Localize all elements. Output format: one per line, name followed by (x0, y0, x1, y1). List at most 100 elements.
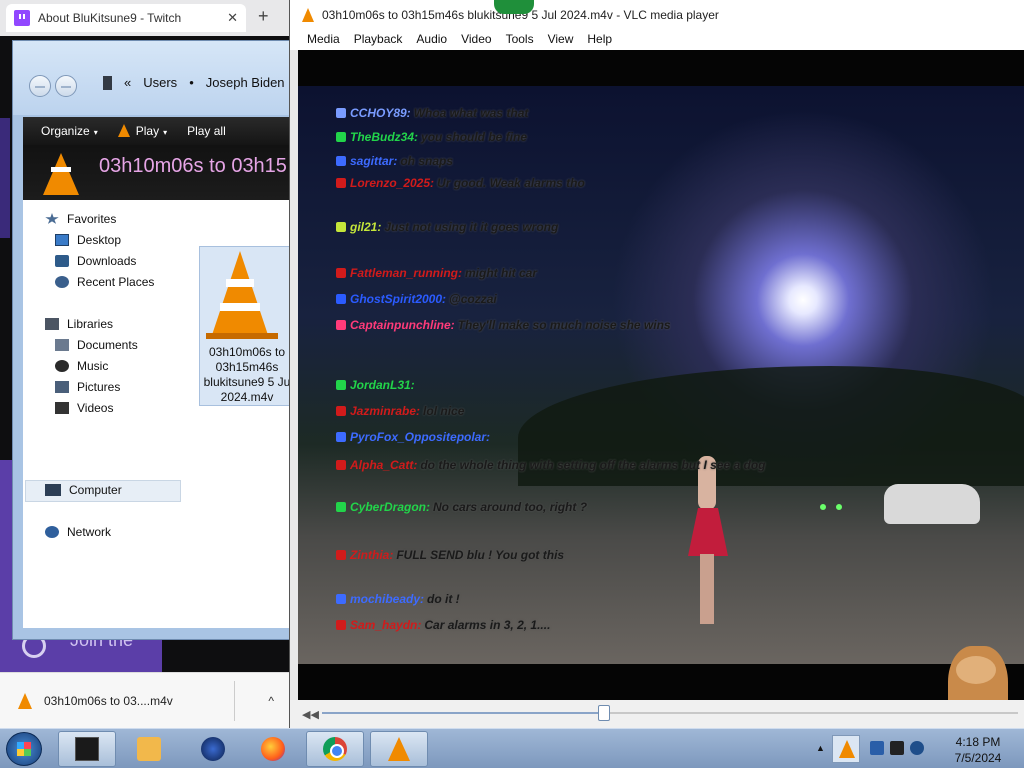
browser-tab-title: About BluKitsune9 - Twitch (38, 11, 182, 25)
recent-places-icon (55, 276, 69, 288)
chat-username: Lorenzo_2025: (350, 176, 435, 190)
start-button[interactable] (6, 732, 42, 766)
explorer-body: Favorites Desktop Downloads Recent Place… (23, 200, 295, 628)
tray-vlc-icon[interactable] (832, 735, 860, 763)
tray-volume-icon[interactable] (910, 741, 924, 755)
clock[interactable]: 4:18 PM 7/5/2024 (936, 734, 1020, 766)
system-tray: ▲ 4:18 PM 7/5/2024 (810, 729, 1024, 768)
badge-icon (336, 406, 346, 416)
badge-icon (336, 178, 346, 188)
chat-message: sagittar: oh snaps (336, 154, 453, 168)
explorer-toolbar: Organize ▾ Play ▾ Play all (23, 117, 293, 145)
vlc-file-icon (212, 251, 268, 335)
play-button[interactable]: Play ▾ (117, 124, 168, 138)
taskbar-explorer[interactable] (58, 731, 116, 767)
taskbar-firefox[interactable] (244, 731, 302, 767)
breadcrumb-users[interactable]: Users (143, 75, 177, 90)
tray-app-icon[interactable] (870, 741, 884, 755)
chat-username: CyberDragon: (350, 500, 431, 514)
seek-bar-area: ◀◀ (290, 700, 1024, 728)
vlc-icon (43, 153, 79, 195)
seek-track[interactable] (322, 705, 1018, 721)
chat-message: PyroFox_Oppositepolar: (336, 430, 493, 444)
chat-username: Sam_haydn: (350, 618, 422, 632)
nav-desktop[interactable]: Desktop (55, 233, 121, 247)
chat-text: might hit car (465, 266, 538, 280)
menu-help[interactable]: Help (580, 30, 619, 50)
taskbar-chrome[interactable] (306, 731, 364, 767)
previous-icon[interactable]: ◀◀ (302, 708, 319, 721)
vlc-menu-bar: Media Playback Audio Video Tools View He… (290, 30, 1024, 50)
nav-documents[interactable]: Documents (55, 338, 138, 352)
nav-music[interactable]: Music (55, 359, 108, 373)
file-name: 03h10m06s to 03h15m46s blukitsune9 5 Ju … (203, 345, 291, 404)
chat-username: PyroFox_Oppositepolar: (350, 430, 491, 444)
libraries-icon (45, 318, 59, 330)
organize-label: Organize (41, 124, 90, 138)
desktop-icon (55, 234, 69, 246)
chat-text: do it ! (427, 592, 460, 606)
nav-label: Favorites (67, 212, 117, 226)
breadcrumb-user[interactable]: Joseph Biden (206, 75, 285, 90)
menu-media[interactable]: Media (300, 30, 347, 50)
video-frame[interactable]: CCHOY89: Whoa what was that TheBudz34: you … (298, 50, 1024, 700)
breadcrumb-overflow[interactable]: « (124, 75, 131, 90)
breadcrumb[interactable]: « Users • Joseph Biden (103, 75, 285, 90)
nav-computer[interactable]: Computer (45, 483, 122, 497)
play-all-button[interactable]: Play all (187, 124, 226, 138)
menu-video[interactable]: Video (454, 30, 498, 50)
chat-text: Ur good. Weak alarms tho (437, 176, 585, 190)
menu-tools[interactable]: Tools (499, 30, 541, 50)
taskbar-vlc[interactable] (370, 731, 428, 767)
back-button[interactable] (29, 75, 51, 97)
chat-username: GhostSpirit2000: (350, 292, 447, 306)
nav-downloads[interactable]: Downloads (55, 254, 136, 268)
vlc-title-bar: 03h10m06s to 03h15m46s blukitsune9 5 Jul… (290, 0, 1024, 30)
chat-username: Alpha_Catt: (350, 458, 418, 472)
browser-tab[interactable]: About BluKitsune9 - Twitch ✕ (6, 4, 246, 32)
show-hidden-icons[interactable]: ▲ (816, 743, 825, 753)
close-tab-button[interactable]: ✕ (227, 10, 238, 26)
menu-view[interactable]: View (541, 30, 581, 50)
chevron-up-icon[interactable]: ^ (268, 694, 274, 708)
taskbar-globe[interactable] (184, 731, 242, 767)
chat-text: FULL SEND blu ! You got this (396, 548, 565, 562)
pictures-icon (55, 381, 69, 393)
file-item[interactable]: 03h10m06s to 03h15m46s blukitsune9 5 Ju … (199, 246, 295, 406)
nav-network[interactable]: Network (45, 525, 111, 539)
download-item-name[interactable]: 03h10m06s to 03....m4v (44, 694, 256, 708)
badge-icon (336, 620, 346, 630)
seek-handle[interactable] (597, 705, 610, 721)
nav-videos[interactable]: Videos (55, 401, 113, 415)
menu-audio[interactable]: Audio (409, 30, 454, 50)
clock-date: 7/5/2024 (954, 751, 1002, 765)
badge-icon (336, 380, 346, 390)
organize-button[interactable]: Organize ▾ (41, 124, 98, 138)
badge-icon (336, 460, 346, 470)
nav-pictures[interactable]: Pictures (55, 380, 120, 394)
explorer-icon (75, 737, 99, 761)
chevron-down-icon: ▾ (163, 128, 168, 137)
tray-monitor-icon[interactable] (890, 741, 904, 755)
nav-recent-places[interactable]: Recent Places (55, 275, 154, 289)
taskbar-media[interactable] (120, 731, 178, 767)
nav-favorites[interactable]: Favorites (45, 212, 116, 226)
explorer-address-bar: « Users • Joseph Biden (13, 41, 293, 115)
menu-playback[interactable]: Playback (347, 30, 410, 50)
divider (234, 681, 235, 721)
chat-username: Jazminrabe: (350, 404, 421, 418)
chat-message: TheBudz34: you should be fine (336, 130, 527, 144)
nav-label: Recent Places (77, 275, 155, 289)
chat-text: Car alarms in 3, 2, 1.... (424, 618, 551, 632)
parked-car (884, 484, 980, 524)
nav-libraries[interactable]: Libraries (45, 317, 113, 331)
browser-tab-bar: About BluKitsune9 - Twitch ✕ + (0, 0, 292, 36)
forward-button[interactable] (55, 75, 77, 97)
person-skirt (688, 508, 728, 556)
new-tab-button[interactable]: + (258, 6, 269, 27)
vlc-icon (302, 8, 314, 22)
downloads-icon (55, 255, 69, 267)
folder-icon (103, 75, 112, 90)
chat-message: gil21: Just not using it it goes wrong (336, 220, 558, 234)
clock-time: 4:18 PM (955, 735, 1001, 749)
